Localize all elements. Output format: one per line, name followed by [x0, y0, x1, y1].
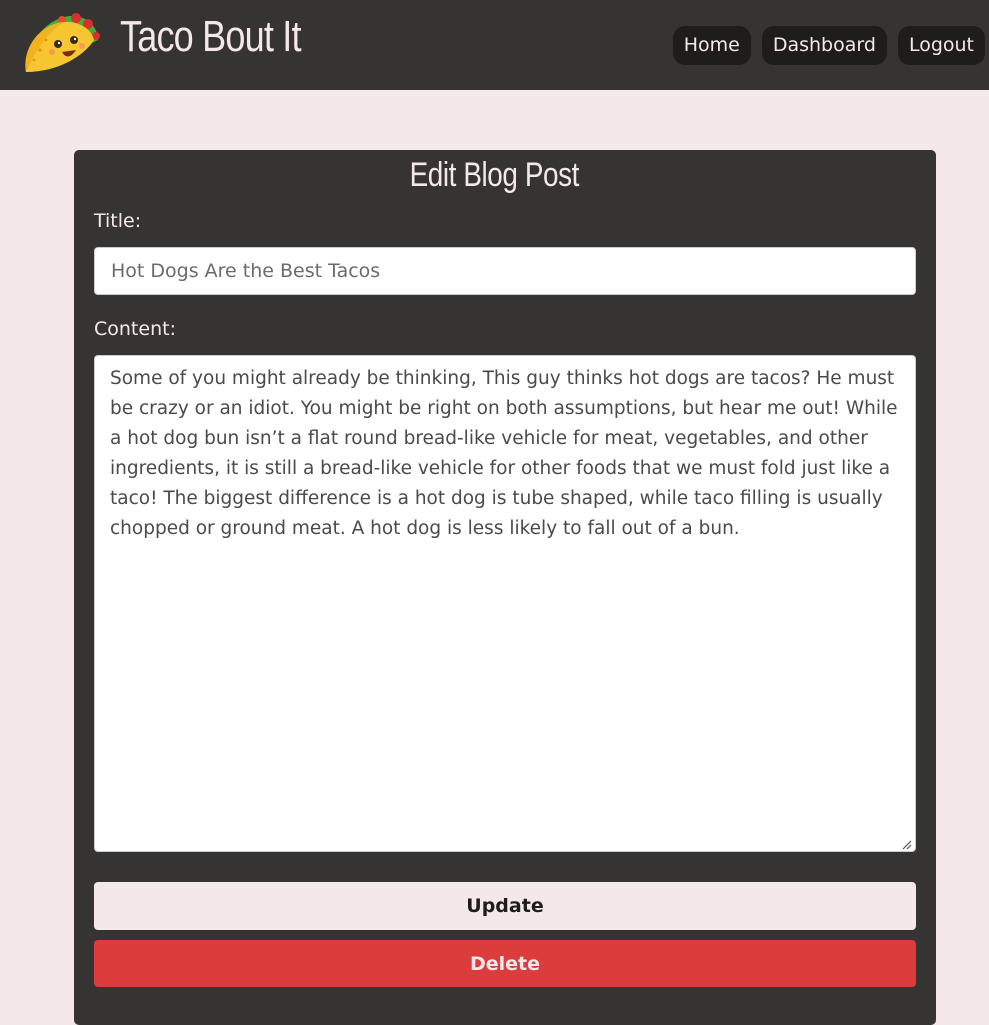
edit-post-heading: Edit Blog Post — [409, 156, 580, 194]
title-label: Title: — [94, 210, 142, 232]
nav-dashboard-link[interactable]: Dashboard — [761, 26, 887, 65]
taco-icon[interactable] — [18, 10, 102, 80]
update-button[interactable]: Update — [94, 882, 916, 930]
nav-home-link[interactable]: Home — [672, 26, 751, 65]
delete-button[interactable]: Delete — [94, 940, 916, 987]
edit-post-heading-wrap: Edit Blog Post — [0, 156, 989, 195]
navbar: Taco Bout It Home Dashboard Logout — [0, 0, 989, 90]
nav-links: Home Dashboard Logout — [672, 26, 985, 65]
title-input[interactable] — [94, 247, 916, 295]
content-label: Content: — [94, 318, 176, 340]
nav-logout-link[interactable]: Logout — [897, 26, 985, 65]
brand-name[interactable]: Taco Bout It — [120, 12, 302, 62]
resize-grip-icon[interactable] — [900, 838, 912, 850]
content-textarea[interactable]: Some of you might already be thinking, T… — [94, 355, 916, 852]
